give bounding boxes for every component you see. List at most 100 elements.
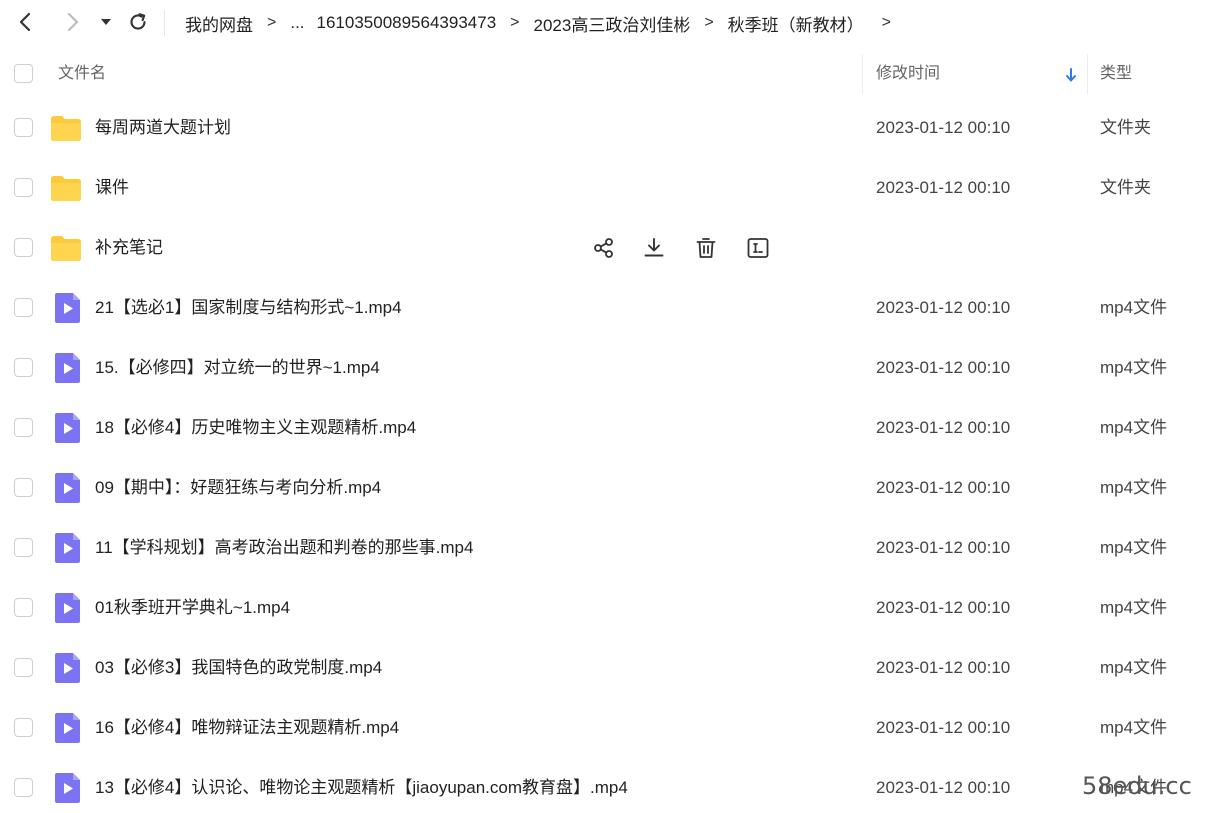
- video-file-icon: [52, 352, 84, 383]
- file-modified-time: 2023-01-12 00:10: [876, 358, 1011, 377]
- file-modified-time: 2023-01-12 00:10: [876, 598, 1011, 617]
- file-row[interactable]: 01秋季班开学典礼~1.mp4 2023-01-12 00:10 mp4文件: [0, 578, 1215, 638]
- video-file-icon: [52, 652, 84, 683]
- file-modified-time: 2023-01-12 00:10: [876, 178, 1011, 197]
- toolbar-divider: [164, 10, 165, 36]
- file-row[interactable]: 课件 2023-01-12 00:10 文件夹: [0, 158, 1215, 218]
- file-name[interactable]: 09【期中】：好题狂练与考向分析.mp4: [95, 458, 381, 518]
- breadcrumb-separator: >: [267, 14, 277, 31]
- column-divider[interactable]: [862, 54, 863, 94]
- row-checkbox[interactable]: [14, 238, 33, 257]
- file-row[interactable]: 03【必修3】我国特色的政党制度.mp4 2023-01-12 00:10 mp4文…: [0, 638, 1215, 698]
- row-checkbox[interactable]: [14, 658, 33, 677]
- refresh-button[interactable]: [126, 10, 150, 34]
- video-file-icon: [55, 533, 80, 563]
- forward-button[interactable]: [60, 10, 84, 34]
- file-name[interactable]: 16【必修4】唯物辩证法主观题精析.mp4: [95, 698, 399, 758]
- column-header-type[interactable]: 类型: [1100, 50, 1132, 98]
- download-icon: [644, 238, 664, 257]
- breadcrumb-separator: >: [510, 14, 520, 31]
- breadcrumb-ellipsis[interactable]: ...: [290, 13, 304, 33]
- watermark-text: 58edu.cc: [1082, 772, 1192, 800]
- column-divider[interactable]: [1087, 54, 1088, 94]
- file-row[interactable]: 18【必修4】历史唯物主义主观题精析.mp4 2023-01-12 00:10 mp…: [0, 398, 1215, 458]
- sort-descending-icon[interactable]: [1064, 66, 1078, 84]
- file-name[interactable]: 11【学科规划】高考政治出题和判卷的那些事.mp4: [95, 518, 473, 578]
- row-checkbox[interactable]: [14, 178, 33, 197]
- breadcrumb-folder-id[interactable]: 1610350089564393473: [317, 13, 497, 33]
- rename-button[interactable]: [746, 236, 770, 260]
- file-modified-time: 2023-01-12 00:10: [876, 118, 1011, 137]
- row-checkbox[interactable]: [14, 718, 33, 737]
- file-name[interactable]: 13【必修4】认识论、唯物论主观题精析【jiaoyupan.com教育盘】.mp…: [95, 758, 628, 813]
- video-file-icon: [52, 472, 84, 503]
- breadcrumb-root[interactable]: 我的网盘: [185, 11, 253, 36]
- file-modified-time: 2023-01-12 00:10: [876, 778, 1011, 797]
- file-name[interactable]: 03【必修3】我国特色的政党制度.mp4: [95, 638, 382, 698]
- video-file-icon: [55, 413, 80, 443]
- file-type: mp4文件: [1100, 598, 1168, 617]
- column-header-modified-time[interactable]: 修改时间: [876, 50, 940, 98]
- column-header-name[interactable]: 文件名: [58, 50, 106, 98]
- delete-button[interactable]: [694, 236, 718, 260]
- file-modified-time: 2023-01-12 00:10: [876, 298, 1011, 317]
- video-file-icon: [52, 412, 84, 443]
- select-all-checkbox[interactable]: [14, 64, 33, 83]
- row-checkbox[interactable]: [14, 478, 33, 497]
- file-name[interactable]: 课件: [95, 158, 129, 218]
- row-checkbox[interactable]: [14, 598, 33, 617]
- file-row[interactable]: 21【选必1】国家制度与结构形式~1.mp4 2023-01-12 00:10 mp…: [0, 278, 1215, 338]
- file-type: mp4文件: [1100, 358, 1168, 377]
- file-row[interactable]: 16【必修4】唯物辩证法主观题精析.mp4 2023-01-12 00:10 mp4…: [0, 698, 1215, 758]
- row-checkbox[interactable]: [14, 538, 33, 557]
- share-icon: [594, 238, 613, 258]
- video-file-icon: [55, 293, 80, 323]
- video-file-icon: [55, 593, 80, 623]
- breadcrumb-separator: >: [704, 14, 714, 31]
- share-button[interactable]: [592, 236, 616, 260]
- row-checkbox[interactable]: [14, 418, 33, 437]
- file-name[interactable]: 每周两道大题计划: [95, 98, 231, 158]
- file-row[interactable]: 11【学科规划】高考政治出题和判卷的那些事.mp4 2023-01-12 00:1…: [0, 518, 1215, 578]
- row-checkbox[interactable]: [14, 358, 33, 377]
- file-type: 文件夹: [1100, 178, 1151, 197]
- folder-icon: [51, 116, 81, 141]
- file-modified-time: 2023-01-12 00:10: [876, 538, 1011, 557]
- video-file-icon: [52, 772, 84, 803]
- file-name[interactable]: 补充笔记: [95, 218, 163, 278]
- file-type: mp4文件: [1100, 418, 1168, 437]
- history-dropdown-button[interactable]: [94, 10, 118, 34]
- video-file-icon: [52, 592, 84, 623]
- breadcrumb-separator: >: [881, 14, 892, 31]
- back-button[interactable]: [14, 10, 38, 34]
- video-file-icon: [52, 292, 84, 323]
- row-checkbox[interactable]: [14, 298, 33, 317]
- file-name[interactable]: 21【选必1】国家制度与结构形式~1.mp4: [95, 278, 402, 338]
- file-modified-time: 2023-01-12 00:10: [876, 718, 1011, 737]
- file-row[interactable]: 补充笔记: [0, 218, 1215, 278]
- file-row[interactable]: 09【期中】：好题狂练与考向分析.mp4 2023-01-12 00:10 mp4文…: [0, 458, 1215, 518]
- chevron-right-icon: [67, 12, 79, 32]
- file-type: mp4文件: [1100, 658, 1168, 677]
- video-file-icon: [55, 473, 80, 503]
- folder-icon: [50, 173, 82, 203]
- file-row[interactable]: 13【必修4】认识论、唯物论主观题精析【jiaoyupan.com教育盘】.mp…: [0, 758, 1215, 813]
- file-type: mp4文件: [1100, 298, 1168, 317]
- file-modified-time: 2023-01-12 00:10: [876, 418, 1011, 437]
- row-checkbox[interactable]: [14, 778, 33, 797]
- file-list-header: 文件名 修改时间 类型: [0, 50, 1215, 98]
- refresh-icon: [130, 13, 146, 30]
- file-name[interactable]: 18【必修4】历史唯物主义主观题精析.mp4: [95, 398, 416, 458]
- file-row[interactable]: 每周两道大题计划 2023-01-12 00:10 文件夹: [0, 98, 1215, 158]
- file-row[interactable]: 15.【必修四】对立统一的世界~1.mp4 2023-01-12 00:10 mp4…: [0, 338, 1215, 398]
- folder-icon: [50, 233, 82, 263]
- video-file-icon: [55, 773, 80, 803]
- download-button[interactable]: [642, 236, 666, 260]
- breadcrumb: 我的网盘 > ... 1610350089564393473 > 2023高三政…: [185, 0, 905, 46]
- row-checkbox[interactable]: [14, 118, 33, 137]
- breadcrumb-current[interactable]: 秋季班（新教材）: [728, 11, 864, 36]
- file-name[interactable]: 01秋季班开学典礼~1.mp4: [95, 578, 290, 638]
- file-name[interactable]: 15.【必修四】对立统一的世界~1.mp4: [95, 338, 380, 398]
- file-type: mp4文件: [1100, 538, 1168, 557]
- breadcrumb-course[interactable]: 2023高三政治刘佳彬: [534, 11, 691, 36]
